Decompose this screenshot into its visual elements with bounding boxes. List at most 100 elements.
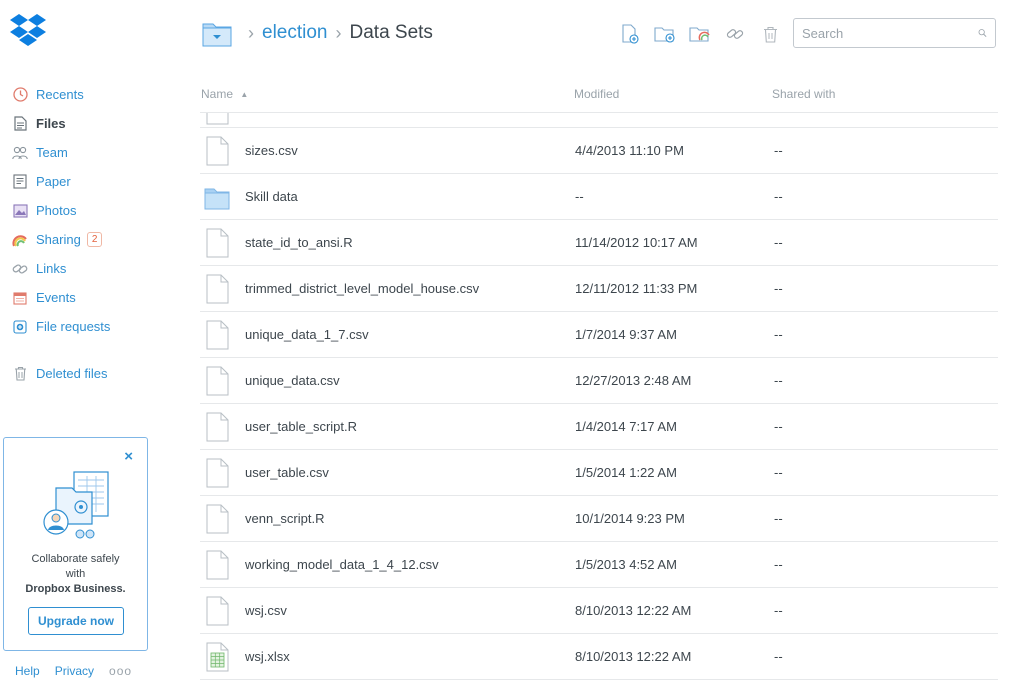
paper-icon	[12, 174, 28, 190]
promo-line-3: Dropbox Business.	[25, 583, 126, 595]
file-name[interactable]: venn_script.R	[245, 511, 324, 526]
name-column-header[interactable]: Name ▲	[201, 87, 248, 101]
sidebar-item-label: File requests	[36, 319, 111, 334]
promo-text: Collaborate safely with Dropbox Business…	[4, 552, 147, 597]
table-row[interactable]: unique_data_1_7.csv 1/7/2014 9:37 AM --	[200, 312, 998, 358]
upgrade-now-button[interactable]: Upgrade now	[28, 607, 124, 635]
file-list: sizes.csv 4/4/2013 11:10 PM -- Skill data --…	[200, 113, 998, 695]
file-shared-with: --	[774, 327, 783, 342]
modified-column-header[interactable]: Modified	[574, 87, 619, 101]
help-link[interactable]: Help	[15, 664, 40, 678]
table-row[interactable]: unique_data.csv 12/27/2013 2:48 AM --	[200, 358, 998, 404]
sidebar-item-file-requests[interactable]: File requests	[0, 312, 170, 341]
table-row[interactable]: Skill data -- --	[200, 174, 998, 220]
shared-with-column-header[interactable]: Shared with	[772, 87, 835, 101]
close-icon[interactable]: ×	[124, 449, 133, 464]
table-row[interactable]: working_model_data_1_4_12.csv 1/5/2013 4:…	[200, 542, 998, 588]
file-shared-with: --	[774, 557, 783, 572]
file-icon	[206, 113, 229, 125]
file-icon	[206, 320, 229, 350]
file-shared-with: --	[774, 235, 783, 250]
photo-icon	[12, 203, 28, 219]
shared-folder-icon[interactable]	[688, 23, 712, 45]
table-row[interactable]: wsj.csv 8/10/2013 12:22 AM --	[200, 588, 998, 634]
file-name[interactable]: unique_data.csv	[245, 373, 340, 388]
link-icon[interactable]	[723, 23, 747, 45]
file-shared-with: --	[774, 603, 783, 618]
table-row[interactable]	[200, 113, 998, 128]
sidebar-item-label: Team	[36, 145, 68, 160]
file-icon	[206, 550, 229, 580]
file-modified: 12/11/2012 11:33 PM	[575, 281, 698, 296]
file-name[interactable]: wsj.xlsx	[245, 649, 290, 664]
new-folder-icon[interactable]	[653, 23, 677, 45]
file-shared-with: --	[774, 143, 783, 158]
trash-icon[interactable]	[758, 23, 782, 45]
file-icon	[206, 596, 229, 626]
file-icon	[206, 274, 229, 304]
file-modified: 1/5/2014 1:22 AM	[575, 465, 677, 480]
breadcrumb: › election › Data Sets	[202, 18, 433, 48]
name-column-label: Name	[201, 87, 234, 101]
file-shared-with: --	[774, 189, 783, 204]
folder-dropdown-icon[interactable]	[202, 19, 232, 47]
breadcrumb-separator: ›	[248, 22, 254, 43]
file-name[interactable]: working_model_data_1_4_12.csv	[245, 557, 439, 572]
file-modified: 4/4/2013 11:10 PM	[575, 143, 684, 158]
sidebar-item-label: Events	[36, 290, 76, 305]
table-row[interactable]: user_table_script.R 1/4/2014 7:17 AM --	[200, 404, 998, 450]
new-file-icon[interactable]	[618, 23, 642, 45]
clock-icon	[12, 87, 28, 103]
table-row[interactable]: wsj.xlsx 8/10/2013 12:22 AM --	[200, 634, 998, 680]
file-icon	[206, 458, 229, 488]
sidebar-footer: Help Privacy ooo	[15, 664, 147, 678]
sidebar-item-links[interactable]: Links	[0, 254, 170, 283]
more-options-icon[interactable]: ooo	[109, 664, 132, 678]
sidebar-item-team[interactable]: Team	[0, 138, 170, 167]
sidebar-item-deleted-files[interactable]: Deleted files	[0, 359, 170, 388]
business-promo-card: × Collaborate safely with Dropbox Busine…	[3, 437, 148, 651]
folder-icon	[204, 188, 230, 210]
file-shared-with: --	[774, 465, 783, 480]
table-row[interactable]: sizes.csv 4/4/2013 11:10 PM --	[200, 128, 998, 174]
table-row[interactable]: venn_script.R 10/1/2014 9:23 PM --	[200, 496, 998, 542]
sidebar-nav: Recents Files Team Paper Photos Sharing …	[0, 80, 170, 388]
sidebar-item-label: Recents	[36, 87, 84, 102]
sidebar-item-files[interactable]: Files	[0, 109, 170, 138]
sidebar-item-sharing[interactable]: Sharing 2	[0, 225, 170, 254]
table-row[interactable]: state_id_to_ansi.R 11/14/2012 10:17 AM --	[200, 220, 998, 266]
file-modified: 10/1/2014 9:23 PM	[575, 511, 685, 526]
file-modified: 8/10/2013 12:22 AM	[575, 603, 692, 618]
file-modified: 1/4/2014 7:17 AM	[575, 419, 677, 434]
sidebar-item-recents[interactable]: Recents	[0, 80, 170, 109]
search-input[interactable]	[802, 25, 978, 41]
file-name[interactable]: user_table.csv	[245, 465, 329, 480]
file-icon	[206, 136, 229, 166]
promo-line-1: Collaborate safely	[31, 553, 120, 565]
business-illustration-icon	[43, 471, 109, 539]
file-modified: 8/10/2013 12:22 AM	[575, 649, 692, 664]
link-icon	[12, 261, 28, 277]
table-row[interactable]: user_table.csv 1/5/2014 1:22 AM --	[200, 450, 998, 496]
privacy-link[interactable]: Privacy	[55, 664, 94, 678]
file-name[interactable]: wsj.csv	[245, 603, 287, 618]
file-icon	[206, 366, 229, 396]
dropbox-logo-icon[interactable]	[9, 14, 47, 48]
table-row[interactable]: trimmed_district_level_model_house.csv 12…	[200, 266, 998, 312]
file-modified: 12/27/2013 2:48 AM	[575, 373, 692, 388]
sidebar-item-photos[interactable]: Photos	[0, 196, 170, 225]
file-name[interactable]: sizes.csv	[245, 143, 298, 158]
sidebar-item-paper[interactable]: Paper	[0, 167, 170, 196]
page-title: Data Sets	[349, 22, 433, 43]
sidebar-item-label: Links	[36, 261, 67, 276]
file-name[interactable]: unique_data_1_7.csv	[245, 327, 369, 342]
file-name[interactable]: trimmed_district_level_model_house.csv	[245, 281, 479, 296]
file-name[interactable]: user_table_script.R	[245, 419, 357, 434]
file-name[interactable]: state_id_to_ansi.R	[245, 235, 353, 250]
calendar-icon	[12, 290, 28, 306]
file-shared-with: --	[774, 511, 783, 526]
file-name[interactable]: Skill data	[245, 189, 298, 204]
breadcrumb-parent-link[interactable]: election	[262, 22, 328, 44]
search-icon[interactable]	[978, 25, 987, 41]
sidebar-item-events[interactable]: Events	[0, 283, 170, 312]
